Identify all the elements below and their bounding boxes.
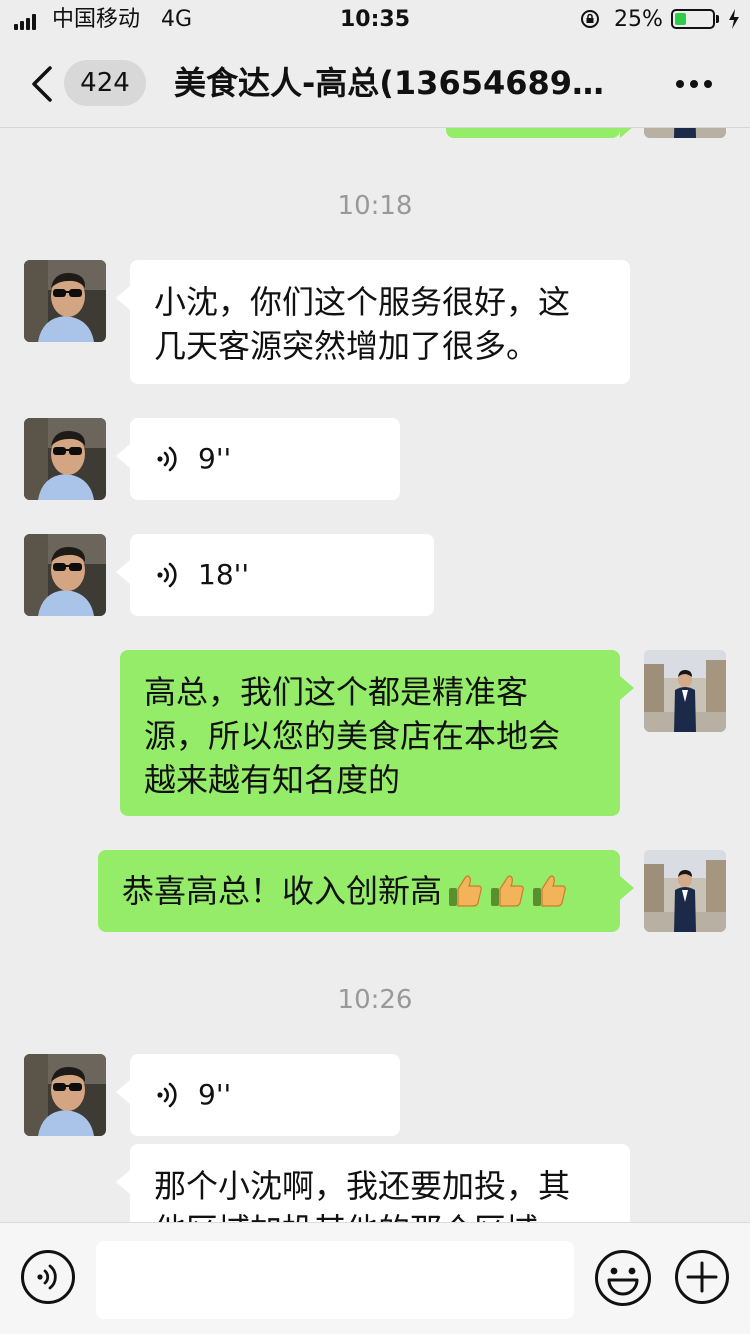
chat-title: 美食达人-高总(13654689… <box>174 64 605 102</box>
orientation-lock-icon <box>581 10 599 28</box>
incoming-message-bubble[interactable]: 那个小沈啊，我还要加投，其 他区域加投其他的那个区域 <box>116 1144 630 1222</box>
chat-header: 424 美食达人-高总(13654689… <box>0 40 750 128</box>
message-timestamp: 10:18 <box>337 191 413 221</box>
voice-wave-icon <box>157 562 177 588</box>
plus-icon[interactable] <box>674 1249 730 1305</box>
thumbs-up-icon <box>490 875 524 907</box>
input-bar <box>0 1222 750 1334</box>
contact-avatar[interactable] <box>24 418 106 500</box>
message-text-line: 他区域加投其他的那个区域 <box>154 1208 606 1222</box>
message-text: 恭喜高总！收入创新高 <box>122 872 443 910</box>
charging-bolt-icon <box>729 9 739 29</box>
thumbs-up-icon <box>448 875 482 907</box>
my-avatar[interactable] <box>644 650 726 732</box>
contact-avatar[interactable] <box>24 260 106 342</box>
voice-message-bubble[interactable]: 9'' <box>116 1054 400 1136</box>
emoji-icon[interactable] <box>594 1249 652 1307</box>
voice-duration: 9'' <box>198 442 232 475</box>
my-avatar-partial[interactable] <box>644 128 726 138</box>
battery-level <box>675 13 686 25</box>
more-dots-icon[interactable] <box>676 80 712 88</box>
outgoing-message-bubble[interactable]: 恭喜高总！收入创新高 <box>98 850 634 932</box>
message-text-line: 几天客源突然增加了很多。 <box>154 327 539 365</box>
message-text-line: 高总，我们这个都是精准客 <box>144 673 529 711</box>
voice-wave-icon <box>157 446 177 472</box>
voice-input-icon[interactable] <box>20 1249 76 1305</box>
incoming-message-bubble[interactable]: 小沈，你们这个服务很好，这 几天客源突然增加了很多。 <box>116 260 630 384</box>
unread-count-badge[interactable]: 424 <box>64 60 146 106</box>
voice-duration: 18'' <box>198 558 250 591</box>
message-text-line: 那个小沈啊，我还要加投，其 <box>154 1167 571 1205</box>
message-text-line: 越来越有知名度的 <box>144 761 401 799</box>
chevron-left-icon[interactable] <box>28 64 56 104</box>
message-text-line: 源，所以您的美食店在本地会 <box>144 717 561 755</box>
contact-avatar[interactable] <box>24 534 106 616</box>
contact-avatar[interactable] <box>24 1054 106 1136</box>
status-bar: 中国移动 4G 10:35 25% <box>0 0 750 40</box>
battery-cap <box>716 15 719 23</box>
outgoing-message-bubble-partial[interactable] <box>446 128 634 138</box>
battery-icon <box>671 9 715 29</box>
voice-wave-icon <box>157 1082 177 1108</box>
message-text-line: 小沈，你们这个服务很好，这 <box>154 283 571 321</box>
message-input[interactable] <box>96 1241 574 1319</box>
outgoing-message-bubble[interactable]: 高总，我们这个都是精准客 源，所以您的美食店在本地会 越来越有知名度的 <box>120 650 634 816</box>
message-list[interactable]: 10:18 小沈，你们这个服务很好，这 几天客源突然增加了很多。 9'' 18'… <box>0 128 750 1222</box>
my-avatar[interactable] <box>644 850 726 932</box>
thumbs-up-icon <box>532 875 566 907</box>
voice-message-bubble[interactable]: 9'' <box>116 418 400 500</box>
voice-message-bubble[interactable]: 18'' <box>116 534 434 616</box>
message-timestamp: 10:26 <box>337 985 413 1015</box>
voice-duration: 9'' <box>198 1078 232 1111</box>
battery-percent: 25% <box>614 7 663 32</box>
